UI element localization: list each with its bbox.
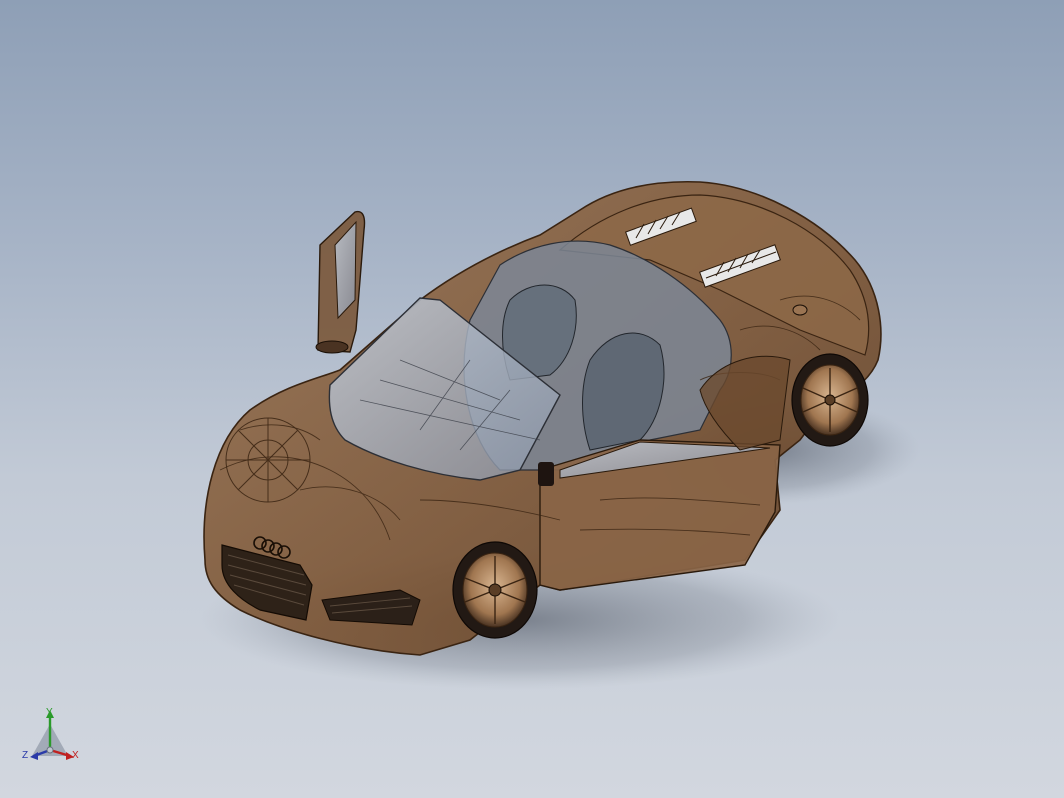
right-mirror	[538, 462, 554, 486]
fuel-cap	[792, 304, 808, 316]
car-model[interactable]	[0, 0, 1064, 798]
front-left-internal-wheel	[225, 417, 311, 503]
left-mirror	[315, 340, 349, 354]
x-axis-label: X	[72, 750, 79, 761]
y-axis-label: Y	[46, 707, 53, 718]
triad-origin	[46, 746, 54, 754]
z-axis-label: Z	[22, 750, 29, 761]
rear-wheel	[791, 353, 869, 447]
front-wheel	[452, 541, 538, 639]
graphics-viewport[interactable]: Y X Z	[0, 0, 1064, 798]
